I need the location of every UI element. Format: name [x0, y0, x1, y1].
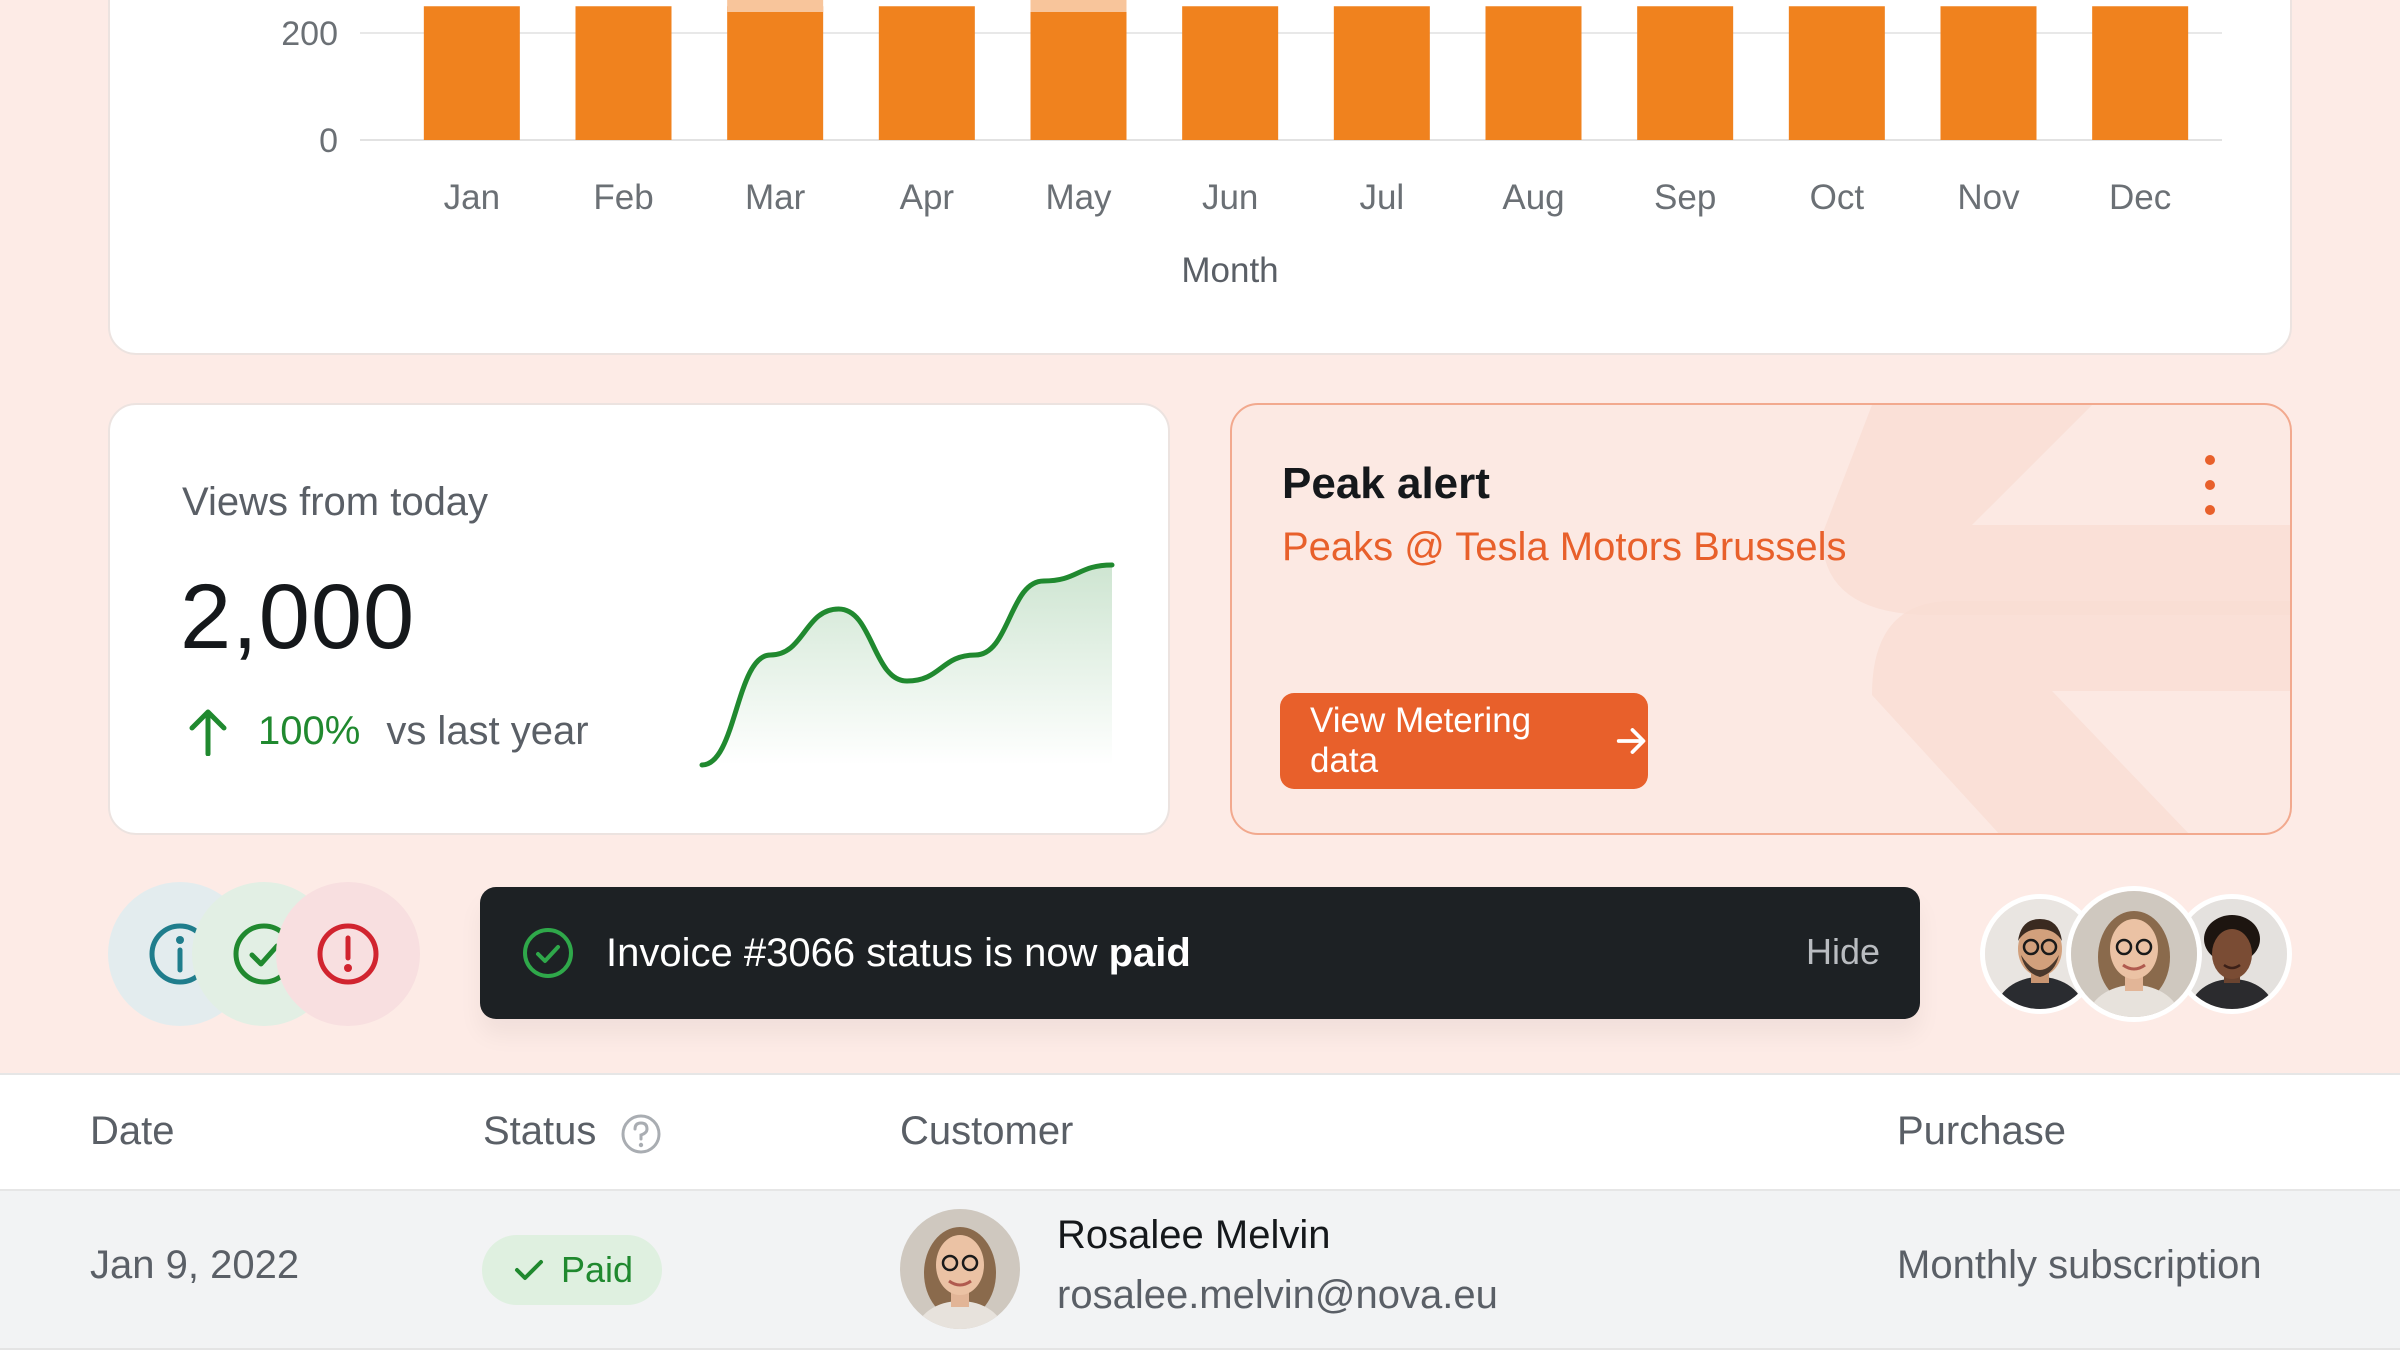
arrow-up-icon: [189, 709, 227, 756]
x-tick-label: Dec: [2109, 178, 2171, 217]
invoice-toast: Invoice #3066 status is now paid Hide: [480, 887, 1920, 1019]
hide-button[interactable]: Hide: [1806, 931, 1880, 973]
peak-alert-card: Peak alert Peaks @ Tesla Motors Brussels…: [1230, 403, 2292, 835]
toast-middle: status is now: [866, 930, 1098, 975]
x-tick-label: Apr: [900, 178, 955, 217]
views-value: 2,000: [180, 566, 416, 668]
bar-chart: 0 200 Jan Feb Mar Apr May Jun Jul Aug Sep Oct Nov Dec…: [281, 0, 2222, 290]
customer-email: rosalee.melvin@nova.eu: [1057, 1273, 1498, 1317]
views-title: Views from today: [182, 480, 489, 524]
avatar: [900, 1209, 1020, 1329]
bar[interactable]: [1182, 6, 1279, 140]
trend-comparison: vs last year: [386, 708, 589, 753]
help-icon[interactable]: [620, 1113, 662, 1155]
y-tick-label: 0: [319, 122, 338, 160]
avatar-group: [1980, 886, 2292, 1022]
toast-status: paid: [1108, 930, 1191, 975]
trend-percent: 100%: [258, 708, 361, 753]
arrow-right-icon: [1616, 728, 1646, 754]
x-tick-label: May: [1045, 178, 1112, 217]
avatar[interactable]: [2066, 886, 2202, 1022]
bar[interactable]: [575, 6, 672, 140]
bar[interactable]: [878, 6, 975, 140]
bar-highlight: [1030, 0, 1127, 12]
column-header-customer[interactable]: Customer: [900, 1109, 1073, 1154]
x-tick-label: Mar: [745, 178, 806, 217]
bar[interactable]: [1788, 6, 1885, 140]
customer-name: Rosalee Melvin: [1057, 1213, 1331, 1257]
status-badge-label: Paid: [560, 1249, 634, 1290]
peak-title: Peak alert: [1282, 459, 1490, 508]
column-header-date[interactable]: Date: [90, 1109, 175, 1154]
row-date: Jan 9, 2022: [90, 1243, 300, 1287]
views-trend: 100% vs last year: [186, 701, 589, 761]
bar[interactable]: [1940, 6, 2037, 140]
x-tick-label: Nov: [1957, 178, 2020, 217]
column-header-status[interactable]: Status: [483, 1109, 596, 1154]
x-tick-label: Sep: [1654, 178, 1716, 217]
bar-highlight: [727, 0, 824, 12]
bar[interactable]: [1485, 6, 1582, 140]
x-tick-label: Jul: [1359, 178, 1404, 217]
chart-card: 0 200 Jan Feb Mar Apr May Jun Jul Aug Sep Oct Nov Dec…: [108, 0, 2292, 355]
toast-invoice-number: #3066: [743, 930, 856, 975]
check-icon: [514, 1260, 543, 1280]
x-tick-label: Feb: [593, 178, 653, 217]
bar[interactable]: [2092, 6, 2189, 140]
toast-prefix: Invoice: [606, 930, 733, 975]
table-header: Date Status Customer Purchase: [0, 1073, 2400, 1191]
view-metering-button[interactable]: View Metering data: [1280, 693, 1648, 789]
alert-icon[interactable]: [276, 882, 420, 1026]
bar[interactable]: [1333, 6, 1430, 140]
status-icon-group: [108, 882, 420, 1026]
x-tick-label: Oct: [1810, 178, 1865, 217]
kebab-icon[interactable]: [2192, 455, 2228, 515]
peak-subtitle: Peaks @ Tesla Motors Brussels: [1282, 525, 1847, 569]
table-row[interactable]: Jan 9, 2022 Paid Rosalee Melvin rosalee.…: [0, 1191, 2400, 1350]
toast-message: Invoice #3066 status is now paid: [606, 931, 1191, 976]
bar[interactable]: [1030, 6, 1127, 140]
x-axis-label: Month: [1181, 251, 1278, 290]
y-tick-label: 200: [281, 15, 338, 53]
status-badge: Paid: [482, 1235, 662, 1305]
x-tick-label: Jun: [1202, 178, 1258, 217]
bar[interactable]: [423, 6, 520, 140]
check-circle-icon: [523, 928, 573, 978]
bar[interactable]: [1637, 6, 1734, 140]
purchase-value: Monthly subscription: [1897, 1243, 2262, 1287]
x-tick-label: Aug: [1502, 178, 1564, 217]
view-metering-label: View Metering data: [1310, 701, 1532, 780]
views-card: Views from today 2,000 100% vs last year: [108, 403, 1170, 835]
sparkline-area: [702, 565, 1112, 765]
bar[interactable]: [727, 6, 824, 140]
column-header-purchase[interactable]: Purchase: [1897, 1109, 2066, 1154]
x-tick-label: Jan: [444, 178, 500, 217]
sparkline: [699, 562, 1115, 768]
